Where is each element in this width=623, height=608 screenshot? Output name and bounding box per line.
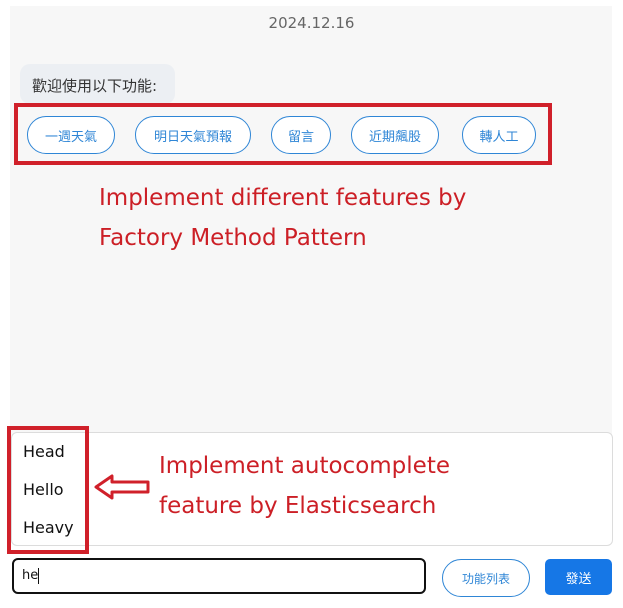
text-caret — [38, 567, 40, 584]
send-button[interactable]: 發送 — [545, 559, 612, 595]
options-highlight-box — [14, 103, 552, 165]
suggestions-highlight-box — [7, 426, 89, 554]
arrow-left-icon — [94, 474, 150, 500]
autocomplete-annotation-line2: feature by Elasticsearch — [159, 493, 437, 519]
function-list-button[interactable]: 功能列表 — [442, 559, 530, 597]
factory-annotation-line2: Factory Method Pattern — [99, 225, 367, 251]
autocomplete-annotation-line1: Implement autocomplete — [159, 453, 450, 479]
welcome-bubble: 歡迎使用以下功能: — [20, 64, 175, 104]
welcome-text: 歡迎使用以下功能: — [32, 77, 158, 95]
message-input-value: he — [22, 568, 39, 583]
message-input[interactable]: he — [12, 558, 426, 594]
date-label: 2024.12.16 — [268, 14, 355, 32]
factory-annotation-line1: Implement different features by — [99, 185, 467, 211]
